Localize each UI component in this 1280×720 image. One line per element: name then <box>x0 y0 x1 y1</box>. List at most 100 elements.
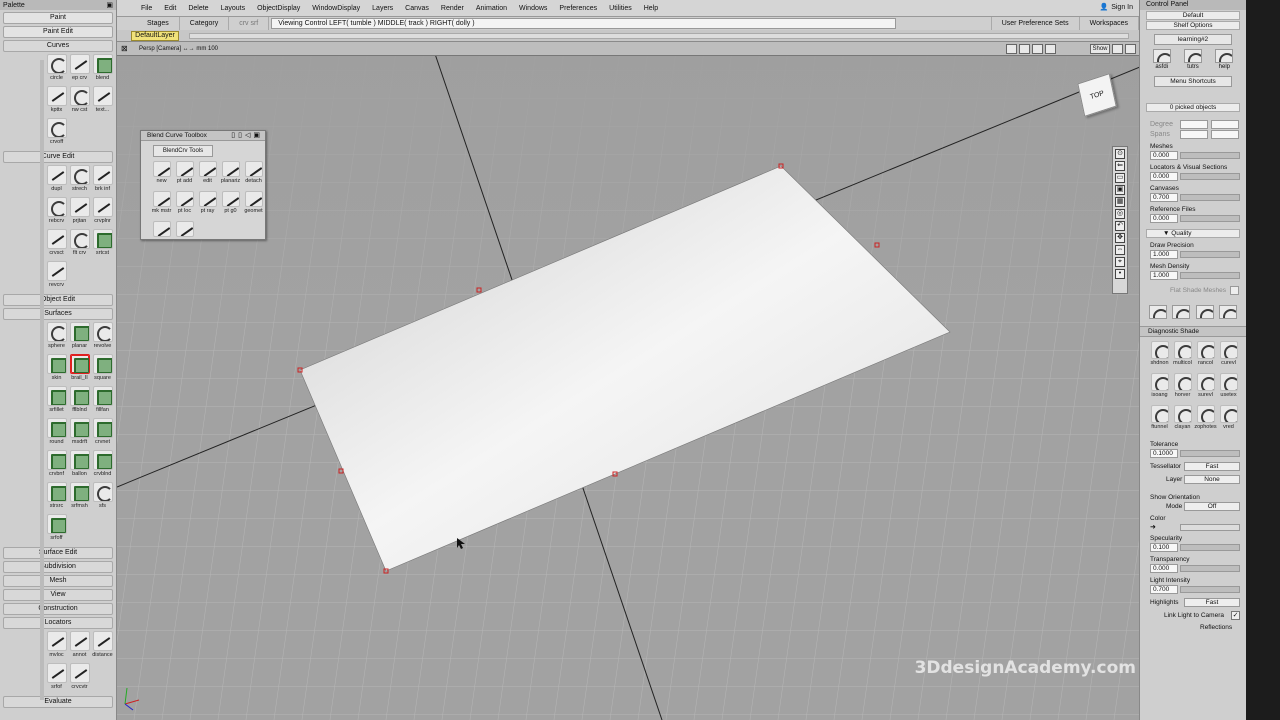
zoom-icon[interactable]: ⊙ <box>1115 149 1125 159</box>
tab-paint-edit[interactable]: Paint Edit <box>3 26 113 38</box>
shade-toggle-icon[interactable] <box>1019 44 1030 54</box>
highlights-dropdown[interactable]: Fast <box>1184 598 1240 607</box>
perspective-viewport[interactable]: ⊠ Persp [Camera] ↔→ mm 100 Show TOP ⊙ ⇐ … <box>117 42 1140 720</box>
picked-objects[interactable]: 0 picked objects <box>1146 103 1240 112</box>
reference-files-slider[interactable] <box>1180 215 1240 222</box>
tool-ballon[interactable]: ballon <box>68 450 91 481</box>
diag-clayan[interactable]: clayan <box>1171 405 1194 435</box>
diag-rancol[interactable]: rancol <box>1194 341 1217 371</box>
user-preference-sets[interactable]: User Preference Sets <box>990 17 1080 30</box>
tolerance-slider[interactable] <box>1180 450 1240 457</box>
wire-toggle-icon[interactable] <box>1032 44 1043 54</box>
move-icon[interactable]: ✥ <box>1115 233 1125 243</box>
tool-blend-extra-2[interactable] <box>173 221 196 249</box>
reference-files-field[interactable]: 0.000 <box>1150 214 1178 223</box>
tool-surface-offset[interactable]: srfoff <box>45 514 68 545</box>
tool-freeform-blend[interactable]: fflblnd <box>68 386 91 417</box>
diag-multicol[interactable]: multicol <box>1171 341 1194 371</box>
menu-object-display[interactable]: ObjectDisplay <box>251 5 306 12</box>
shade-tool-icon[interactable] <box>1148 305 1167 319</box>
tool-strsrc[interactable]: strsrc <box>45 482 68 513</box>
tool-help[interactable]: help <box>1215 49 1234 70</box>
tool-blend-edit[interactable]: edit <box>196 161 219 189</box>
locators-slider[interactable] <box>1180 173 1240 180</box>
crossing-tool-icon[interactable] <box>1172 305 1191 319</box>
tab-blendcrv-tools[interactable]: BlendCrv Tools <box>153 145 213 157</box>
menu-utilities[interactable]: Utilities <box>603 5 638 12</box>
section-curve-edit[interactable]: Curve Edit <box>3 151 113 163</box>
menu-help[interactable]: Help <box>638 5 664 12</box>
tool-crvbnf[interactable]: crvbnf <box>45 450 68 481</box>
grid-icon[interactable]: ▦ <box>1115 197 1125 207</box>
tab-paint[interactable]: Paint <box>3 12 113 24</box>
menu-layouts[interactable]: Layouts <box>215 5 252 12</box>
palette-scroll-strip[interactable] <box>40 60 44 700</box>
toolbox-titlebar[interactable]: Blend Curve Toolbox ▯▯◁▣ <box>141 131 265 141</box>
tool-fill-fan[interactable]: fillfan <box>91 386 114 417</box>
menu-edit[interactable]: Edit <box>158 5 182 12</box>
canvases-slider[interactable] <box>1180 194 1240 201</box>
diag-curevl[interactable]: curevl <box>1217 341 1240 371</box>
menu-preferences[interactable]: Preferences <box>553 5 603 12</box>
sign-in-button[interactable]: 👤 Sign In <box>1099 3 1133 12</box>
mesh-density-field[interactable]: 1.000 <box>1150 271 1178 280</box>
tool-ep-curve[interactable]: ep crv <box>68 54 91 85</box>
tool-blend[interactable]: blend <box>91 54 114 85</box>
tool-circle[interactable]: circle <box>45 54 68 85</box>
tool-square[interactable]: square <box>91 354 114 385</box>
diag-surevl[interactable]: surevl <box>1194 373 1217 403</box>
tessellator-dropdown[interactable]: Fast <box>1184 462 1240 471</box>
specularity-field[interactable]: 0.100 <box>1150 543 1178 552</box>
mesh-density-slider[interactable] <box>1180 272 1240 279</box>
diag-isoang[interactable]: isoang <box>1148 373 1171 403</box>
camera-icon[interactable]: ◎ <box>1115 209 1125 219</box>
spans-field-2[interactable] <box>1211 130 1239 139</box>
toolbox-window-controls[interactable]: ▯▯◁▣ <box>231 131 263 141</box>
tool-crvoff[interactable]: crvoff <box>45 118 68 149</box>
tool-dupl[interactable]: dupl <box>45 165 68 196</box>
tool-blend-pt-add[interactable]: pt add <box>173 161 196 189</box>
tool-fillet-curve[interactable]: flt crv <box>68 229 91 260</box>
meshes-field[interactable]: 0.000 <box>1150 151 1178 160</box>
tab-learning2[interactable]: learning#2 <box>1154 34 1232 45</box>
degree-field-2[interactable] <box>1211 120 1239 129</box>
tool-draft[interactable]: msdrft <box>68 418 91 449</box>
menu-shortcut-icons[interactable] <box>1140 89 1246 101</box>
light-intensity-slider[interactable] <box>1180 586 1240 593</box>
tool-new-cos[interactable]: nw cst <box>68 86 91 117</box>
tool-text[interactable]: text... <box>91 86 114 117</box>
tool-project-tangent[interactable]: prjtan <box>68 197 91 228</box>
tool-sphere[interactable]: sphere <box>45 322 68 353</box>
viewport-scene[interactable] <box>117 42 1140 720</box>
tool-srfof[interactable]: srfof <box>45 663 68 694</box>
stages-menu[interactable]: Stages <box>137 17 180 30</box>
tool-curve-network[interactable]: crvnet <box>91 418 114 449</box>
section-surface-edit[interactable]: Surface Edit <box>3 547 113 559</box>
frame-icon[interactable]: ▭ <box>1115 173 1125 183</box>
color-swatch[interactable] <box>1180 523 1240 531</box>
tool-skin[interactable]: skin <box>45 354 68 385</box>
section-curves[interactable]: Curves <box>3 40 113 52</box>
preset-dropdown[interactable]: Default <box>1146 11 1240 20</box>
quality-section-header[interactable]: ▼ Quality <box>1146 229 1240 238</box>
tolerance-field[interactable]: 0.1000 <box>1150 449 1178 458</box>
tool-asfdi[interactable]: asfdi <box>1152 49 1171 70</box>
joystick-icon[interactable] <box>1195 305 1214 319</box>
section-mesh[interactable]: Mesh <box>3 575 113 587</box>
workspaces-menu[interactable]: Workspaces <box>1080 17 1139 30</box>
transparency-slider[interactable] <box>1180 565 1240 572</box>
viewport-menu-icon[interactable] <box>1112 44 1123 54</box>
menu-animation[interactable]: Animation <box>470 5 513 12</box>
tool-break[interactable]: brk inf <box>91 165 114 196</box>
layer-dropdown[interactable]: None <box>1184 475 1240 484</box>
section-evaluate[interactable]: Evaluate <box>3 696 113 708</box>
tool-distance[interactable]: distance <box>91 631 114 662</box>
section-view[interactable]: View <box>3 589 113 601</box>
tool-mvloc[interactable]: mvloc <box>45 631 68 662</box>
draw-precision-slider[interactable] <box>1180 251 1240 258</box>
section-surfaces[interactable]: Surfaces <box>3 308 113 320</box>
diag-usetex[interactable]: usetex <box>1217 373 1240 403</box>
tool-round[interactable]: round <box>45 418 68 449</box>
category-menu[interactable]: Category <box>180 17 230 30</box>
close-icon[interactable]: ▣ <box>106 1 113 9</box>
